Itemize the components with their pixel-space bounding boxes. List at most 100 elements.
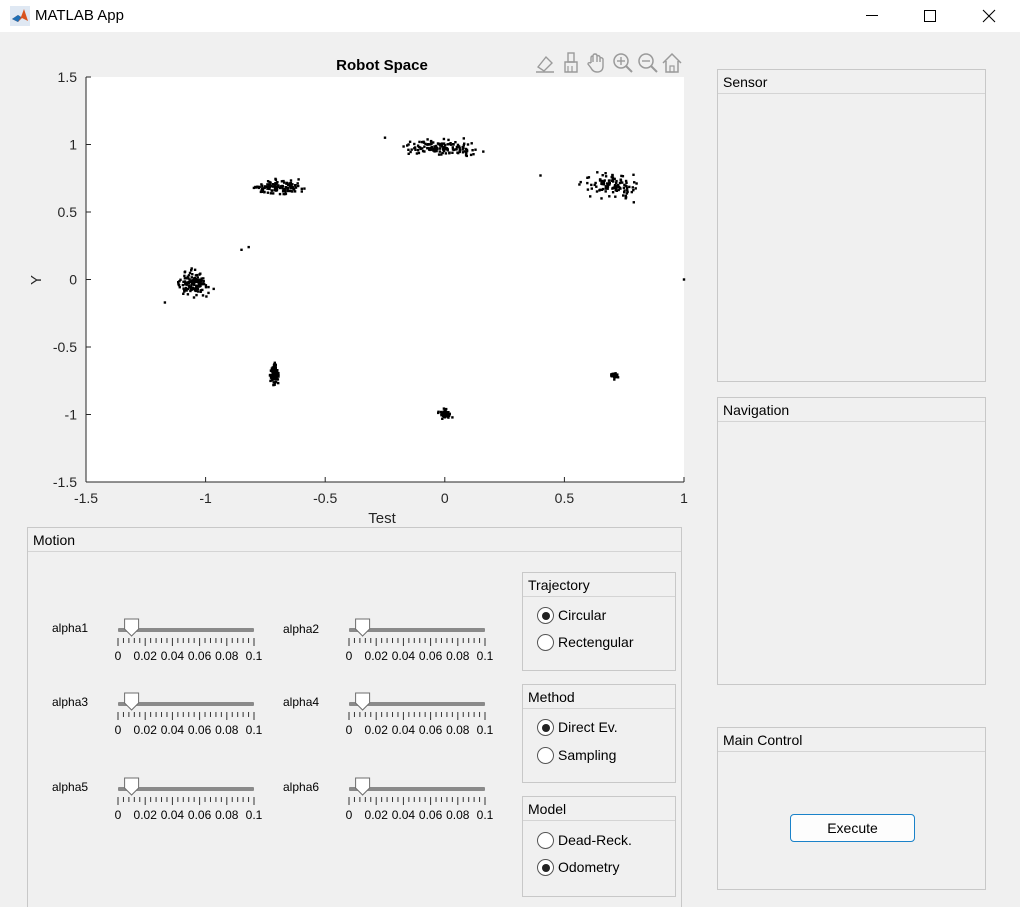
- scatter-point: [604, 172, 607, 175]
- slider-thumb[interactable]: [124, 618, 140, 637]
- scatter-point: [625, 187, 629, 190]
- scatter-point: [437, 411, 440, 415]
- scatter-point: [441, 412, 444, 416]
- scatter-point: [618, 186, 622, 189]
- scatter-point: [444, 408, 447, 411]
- scatter-point: [300, 187, 303, 190]
- radio-button[interactable]: [537, 634, 554, 651]
- scatter-point: [274, 189, 278, 192]
- slider-tick-label: 0.08: [215, 649, 239, 661]
- alpha3-slider[interactable]: 0 0.02 0.04 0.06 0.08 0.1: [113, 689, 263, 735]
- execute-button[interactable]: Execute: [790, 814, 915, 842]
- slider-tick-label: 0.08: [446, 808, 470, 820]
- radio-label: Dead-Reck.: [558, 832, 632, 848]
- radio-button[interactable]: [537, 832, 554, 849]
- scatter-point: [185, 283, 189, 286]
- scatter-point: [283, 181, 286, 184]
- scatter-point: [274, 363, 277, 366]
- scatter-point: [470, 142, 473, 145]
- scatter-point: [268, 373, 272, 377]
- scatter-point: [418, 146, 422, 149]
- slider-tick-label: 0.04: [392, 808, 416, 820]
- scatter-point: [269, 192, 273, 195]
- scatter-point: [272, 377, 275, 381]
- slider-thumb[interactable]: [355, 777, 371, 796]
- maximize-button[interactable]: [901, 0, 959, 32]
- pan-icon[interactable]: [587, 53, 604, 73]
- scatter-point: [294, 184, 297, 187]
- brush-icon[interactable]: [564, 52, 578, 73]
- scatter-point: [285, 182, 288, 185]
- slider-thumb[interactable]: [355, 618, 371, 637]
- scatter-point: [286, 189, 289, 192]
- radio-button[interactable]: [537, 607, 554, 624]
- scatter-point: [183, 274, 186, 278]
- slider-tick-label: 0: [115, 808, 122, 820]
- scatter-point: [263, 191, 266, 194]
- scatter-point: [579, 180, 582, 184]
- scatter-point: [280, 180, 284, 183]
- slider-tick-label: 0.04: [392, 649, 416, 661]
- scatter-point: [602, 183, 606, 186]
- home-icon[interactable]: [662, 52, 682, 73]
- scatter-point: [202, 280, 205, 283]
- alpha4-slider[interactable]: 0 0.02 0.04 0.06 0.08 0.1: [344, 689, 494, 735]
- close-button[interactable]: [960, 0, 1018, 32]
- alpha6-slider[interactable]: 0 0.02 0.04 0.06 0.08 0.1: [344, 774, 494, 820]
- scatter-point: [183, 271, 186, 274]
- slider-tick-label: 0.06: [419, 808, 443, 820]
- scatter-point: [191, 273, 194, 276]
- slider-tick-label: 0.06: [188, 808, 212, 820]
- scatter-point: [258, 185, 261, 189]
- alpha1-slider[interactable]: 0 0.02 0.04 0.06 0.08 0.1: [113, 615, 263, 661]
- robot-space-axes[interactable]: Robot Space -1.5 -1 -0.5 0 0.5 1 1.510.5…: [1, 32, 701, 527]
- scatter-point: [178, 286, 181, 289]
- slider-thumb[interactable]: [124, 777, 140, 796]
- data-tips-icon[interactable]: [536, 55, 554, 73]
- radio-button[interactable]: [537, 747, 554, 764]
- y-tick-label: 0.5: [58, 204, 78, 220]
- slider-thumb[interactable]: [124, 692, 140, 711]
- scatter-point: [454, 141, 457, 144]
- scatter-point: [274, 375, 277, 378]
- scatter-point: [444, 152, 448, 155]
- alpha5-slider[interactable]: 0 0.02 0.04 0.06 0.08 0.1: [113, 774, 263, 820]
- radio-button[interactable]: [537, 859, 554, 876]
- scatter-point: [442, 137, 446, 141]
- minimize-button[interactable]: [843, 0, 901, 32]
- x-axis-label: Test: [368, 510, 396, 527]
- scatter-point: [442, 147, 446, 150]
- scatter-point: [634, 187, 637, 190]
- scatter-point: [612, 186, 616, 189]
- main-control-title: Main Control: [718, 728, 985, 752]
- scatter-point: [296, 182, 299, 185]
- radio-button[interactable]: [537, 719, 554, 736]
- alpha2-slider[interactable]: 0 0.02 0.04 0.06 0.08 0.1: [344, 615, 494, 661]
- scatter-point: [266, 191, 270, 194]
- scatter-point: [632, 201, 635, 204]
- scatter-point: [190, 279, 194, 283]
- navigation-panel: Navigation: [717, 397, 986, 685]
- x-tick-label: 1: [680, 490, 688, 506]
- scatter-point: [440, 142, 443, 145]
- scatter-point: [472, 153, 475, 156]
- scatter-point: [635, 182, 638, 185]
- zoom-out-icon[interactable]: [638, 53, 658, 73]
- scatter-point: [633, 181, 636, 184]
- scatter-point: [212, 287, 215, 291]
- scatter-point: [300, 190, 303, 193]
- scatter-point: [457, 151, 460, 155]
- slider-thumb[interactable]: [355, 692, 371, 711]
- maximize-icon: [924, 10, 936, 22]
- slider-tick-label: 0.02: [134, 808, 158, 820]
- scatter-point: [469, 153, 473, 157]
- scatter-point: [297, 178, 300, 181]
- scatter-point: [188, 271, 192, 275]
- zoom-in-icon[interactable]: [613, 53, 633, 73]
- scatter-point: [471, 149, 474, 152]
- scatter-point: [271, 183, 275, 186]
- scatter-point: [416, 149, 420, 152]
- scatter-point: [413, 147, 416, 150]
- scatter-point: [430, 145, 433, 149]
- y-tick-label: 1.5: [58, 69, 78, 85]
